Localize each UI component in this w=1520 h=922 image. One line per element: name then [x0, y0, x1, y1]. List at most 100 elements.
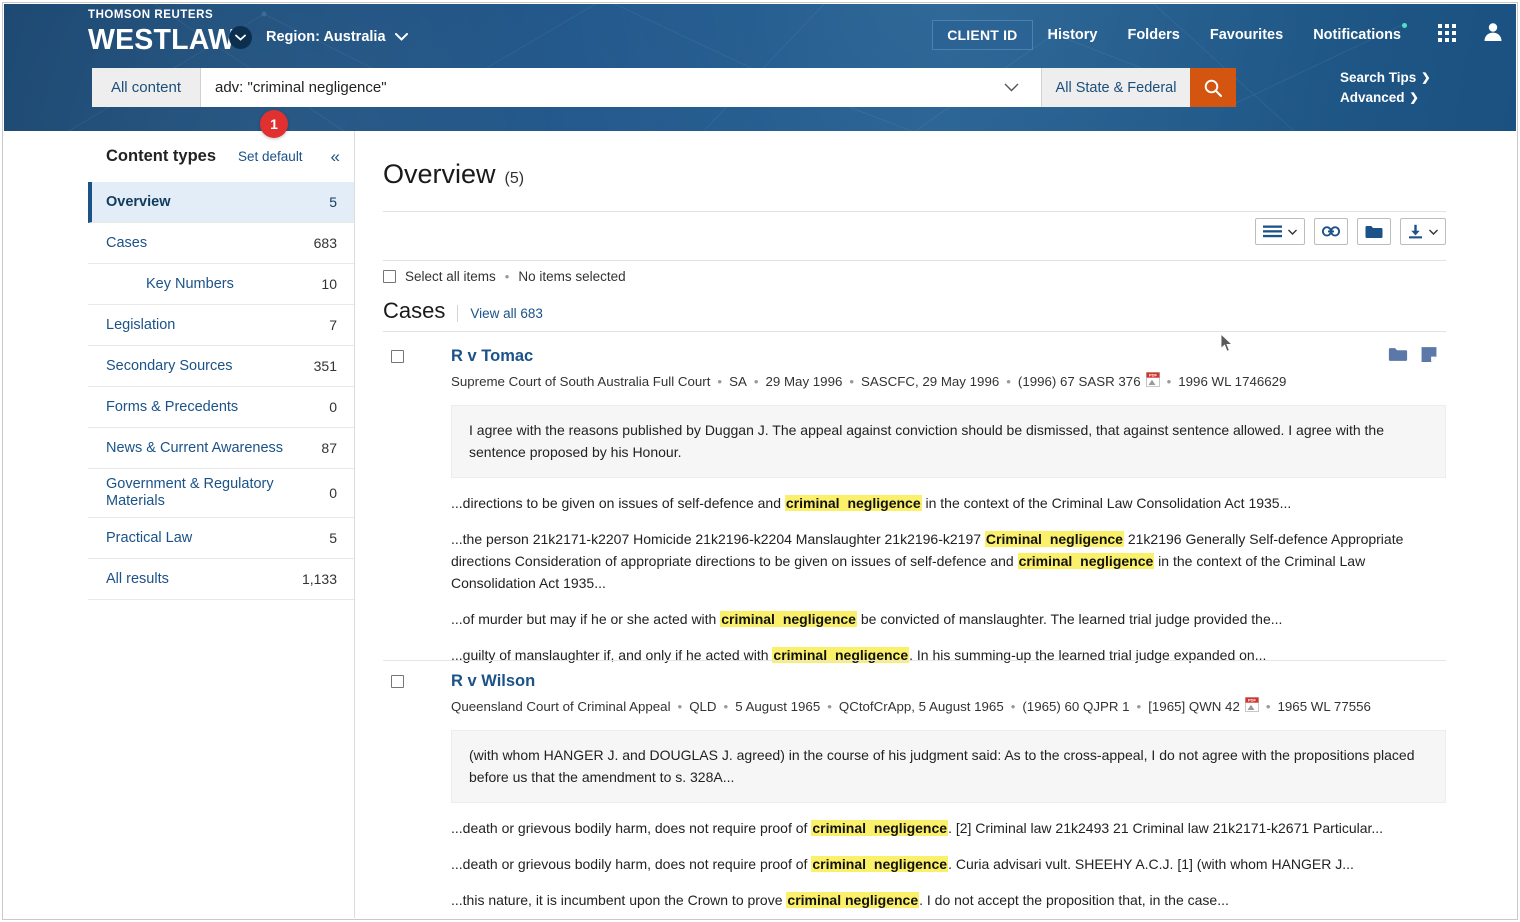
- result-citation[interactable]: (1996) 67 SASR 376: [1018, 373, 1141, 391]
- sidebar-item-label: Key Numbers: [146, 275, 234, 292]
- brand-dropdown-button[interactable]: [229, 26, 252, 49]
- link-icon: [1322, 226, 1340, 237]
- brand-logo[interactable]: THOMSON REUTERS WESTLAW: [88, 9, 235, 54]
- sidebar-item-label: All results: [106, 570, 169, 587]
- advanced-label: Advanced: [1340, 90, 1405, 105]
- result-jurisdiction: QLD: [689, 699, 717, 714]
- result-citation[interactable]: (1965) 60 QJPR 1: [1022, 698, 1129, 716]
- results-toolbar: [1255, 218, 1446, 245]
- download-button[interactable]: [1400, 218, 1446, 245]
- save-to-folder-button[interactable]: [1357, 218, 1391, 245]
- search-history-dropdown-icon[interactable]: [1004, 79, 1019, 97]
- result-court-short: QCtofCrApp, 5 August 1965: [838, 699, 1004, 714]
- content-scope-button[interactable]: All content: [92, 68, 201, 107]
- search-button[interactable]: [1190, 68, 1236, 107]
- sidebar-item-label: Government & Regulatory Materials: [106, 476, 274, 509]
- search-tips-label: Search Tips: [1340, 70, 1417, 85]
- result-title-link[interactable]: R v Wilson: [451, 671, 1446, 691]
- window-edge-right: [1516, 0, 1520, 922]
- svg-text:PDF: PDF: [1248, 698, 1257, 703]
- result-snippet: ...directions to be given on issues of s…: [451, 495, 1292, 511]
- view-options-button[interactable]: [1255, 218, 1305, 245]
- separator-dot: •: [504, 269, 510, 284]
- sidebar-item-key-numbers[interactable]: Key Numbers 10: [88, 264, 354, 305]
- sidebar-item-label: Legislation: [106, 316, 176, 333]
- pdf-icon[interactable]: PDF: [1145, 372, 1160, 392]
- result-snippet: ...death or grievous bodily harm, does n…: [451, 820, 1384, 836]
- sidebar-item-government-regulatory[interactable]: Government & Regulatory Materials 0: [88, 469, 354, 518]
- sidebar-item-all-results[interactable]: All results 1,133: [88, 559, 354, 600]
- advanced-search-link[interactable]: Advanced ❯: [1340, 88, 1431, 108]
- content-types-sidebar: Content types Set default « 1 Overview 5…: [88, 110, 355, 918]
- select-all-checkbox[interactable]: [383, 270, 396, 283]
- set-default-link[interactable]: Set default: [238, 149, 303, 164]
- jurisdiction-selector[interactable]: All State & Federal: [1041, 68, 1190, 107]
- result-title-link[interactable]: R v Tomac: [451, 346, 1446, 366]
- sidebar-item-count: 7: [329, 317, 337, 333]
- copy-link-button[interactable]: [1314, 218, 1348, 245]
- content-type-list: Overview 5 Cases 683 Key Numbers 10 Legi…: [88, 182, 354, 600]
- sidebar-item-label: Cases: [106, 234, 148, 251]
- nav-notifications[interactable]: Notifications: [1298, 20, 1416, 50]
- result-item-r-v-tomac: R v Tomac Supreme Court of South Austral…: [383, 346, 1446, 666]
- sidebar-item-cases[interactable]: Cases 683: [88, 223, 354, 264]
- view-all-cases-link[interactable]: View all 683: [457, 305, 543, 322]
- selection-bar: Select all items • No items selected: [383, 269, 626, 284]
- result-actions: [1388, 346, 1438, 363]
- sidebar-item-secondary-sources[interactable]: Secondary Sources 351: [88, 346, 354, 387]
- sidebar-item-forms-precedents[interactable]: Forms & Precedents 0: [88, 387, 354, 428]
- note-icon[interactable]: [1420, 346, 1438, 363]
- sidebar-item-count: 0: [329, 399, 337, 415]
- collapse-sidebar-button[interactable]: «: [331, 148, 340, 165]
- search-tips-link[interactable]: Search Tips ❯: [1340, 68, 1431, 88]
- sidebar-item-count: 10: [321, 276, 337, 292]
- search-input-value: adv: "criminal negligence": [215, 79, 387, 96]
- mouse-cursor: [1220, 333, 1234, 352]
- sidebar-item-count: 0: [329, 485, 337, 501]
- divider: [383, 660, 1446, 661]
- sidebar-title: Content types: [106, 147, 217, 165]
- sidebar-item-label: Secondary Sources: [106, 357, 233, 374]
- result-checkbox[interactable]: [391, 350, 404, 368]
- sidebar-item-practical-law[interactable]: Practical Law 5: [88, 518, 354, 559]
- chevron-down-icon: [394, 33, 408, 41]
- sidebar-item-count: 1,133: [301, 571, 337, 587]
- result-snippet: ...the person 21k2171-k2207 Homicide 21k…: [451, 531, 1404, 591]
- nav-client-id[interactable]: CLIENT ID: [932, 20, 1033, 50]
- page-title-count: (5): [504, 170, 525, 187]
- user-profile-icon[interactable]: [1482, 21, 1504, 48]
- result-checkbox[interactable]: [391, 675, 404, 693]
- brand-thomson-reuters: THOMSON REUTERS: [88, 9, 214, 21]
- chevron-right-icon: ❯: [1421, 72, 1431, 84]
- notification-dot-icon: [1402, 23, 1407, 28]
- pdf-icon[interactable]: PDF: [1244, 697, 1259, 717]
- sidebar-item-count: 683: [313, 235, 337, 251]
- result-snippet: ...death or grievous bodily harm, does n…: [451, 856, 1354, 872]
- sidebar-item-label: Forms & Precedents: [106, 398, 239, 415]
- search-input[interactable]: adv: "criminal negligence": [201, 68, 1041, 107]
- search-bar: All content adv: "criminal negligence" A…: [92, 68, 1236, 107]
- sidebar-item-legislation[interactable]: Legislation 7: [88, 305, 354, 346]
- select-all-label[interactable]: Select all items: [405, 269, 496, 284]
- result-content: R v Tomac Supreme Court of South Austral…: [451, 346, 1446, 666]
- result-court-short: SASCFC, 29 May 1996: [861, 374, 1000, 389]
- result-snippet: ...of murder but may if he or she acted …: [451, 611, 1283, 627]
- sidebar-item-label: News & Current Awareness: [106, 439, 284, 456]
- result-citation-alt[interactable]: [1965] QWN 42: [1148, 698, 1240, 716]
- app-grid-icon[interactable]: [1438, 24, 1456, 42]
- nav-folders[interactable]: Folders: [1112, 20, 1194, 50]
- folder-icon[interactable]: [1388, 347, 1408, 362]
- result-court: Supreme Court of South Australia Full Co…: [451, 374, 711, 389]
- region-selector[interactable]: Region: Australia: [266, 29, 408, 45]
- sidebar-item-overview[interactable]: Overview 5: [88, 182, 354, 223]
- search-icon: [1204, 79, 1223, 97]
- nav-history[interactable]: History: [1033, 20, 1113, 50]
- result-metadata: Supreme Court of South Australia Full Co…: [451, 372, 1446, 392]
- jurisdiction-label: All State & Federal: [1055, 79, 1177, 96]
- person-icon: [1484, 23, 1502, 41]
- sidebar-item-count: 87: [321, 440, 337, 456]
- sidebar-item-news-current-awareness[interactable]: News & Current Awareness 87: [88, 428, 354, 469]
- search-help-links: Search Tips ❯ Advanced ❯: [1340, 68, 1431, 108]
- nav-favourites[interactable]: Favourites: [1195, 20, 1298, 50]
- sidebar-item-count: 5: [329, 194, 337, 210]
